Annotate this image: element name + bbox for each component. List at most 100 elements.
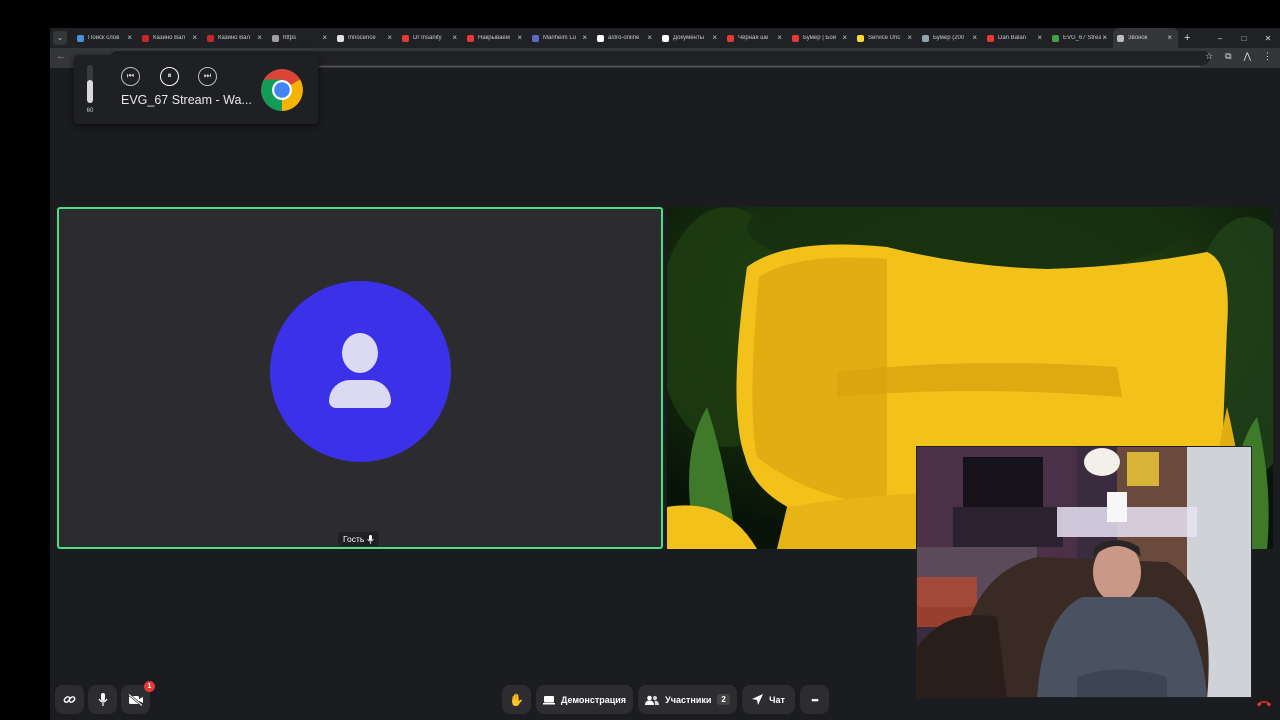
browser-tab[interactable]: Бумер | Бои × bbox=[788, 28, 853, 48]
tab-close-icon[interactable]: × bbox=[1102, 33, 1107, 42]
tab-favicon-icon bbox=[987, 34, 994, 42]
tab-title: Накрываем bbox=[478, 35, 510, 41]
tab-favicon-icon bbox=[467, 34, 474, 42]
menu-dots-icon[interactable]: ⋮ bbox=[1263, 51, 1272, 62]
tab-favicon-icon bbox=[662, 34, 669, 42]
user-icon-head bbox=[342, 333, 378, 373]
microphone-button[interactable] bbox=[88, 685, 117, 714]
tab-favicon-icon bbox=[1052, 34, 1059, 42]
browser-tab[interactable]: Документы × bbox=[658, 28, 723, 48]
copy-link-button[interactable] bbox=[55, 685, 84, 714]
tab-title: Казино Вал bbox=[218, 35, 251, 41]
previous-track-button[interactable]: ⏮ bbox=[121, 67, 140, 86]
tab-favicon-icon bbox=[272, 34, 279, 42]
browser-tab[interactable]: Dr Insanity × bbox=[398, 28, 463, 48]
camera-off-icon bbox=[127, 693, 143, 706]
screen-share-label: Демонстрация bbox=[560, 694, 627, 705]
browser-tab[interactable]: Dan Balan × bbox=[983, 28, 1048, 48]
tab-favicon-icon bbox=[792, 34, 799, 42]
tab-favicon-icon bbox=[922, 34, 929, 42]
tab-close-icon[interactable]: × bbox=[517, 33, 522, 42]
phone-hangup-icon bbox=[1257, 701, 1271, 707]
tab-close-icon[interactable]: × bbox=[777, 33, 782, 42]
bookmark-star-icon[interactable]: ☆ bbox=[1205, 51, 1213, 62]
tab-close-icon[interactable]: × bbox=[647, 33, 652, 42]
participants-button[interactable]: Участники 2 bbox=[638, 685, 737, 714]
back-arrow-icon[interactable]: ← bbox=[56, 51, 66, 62]
tab-title: Поиск слов bbox=[88, 35, 120, 41]
browser-tab[interactable]: EVG_67 Strea × bbox=[1048, 28, 1113, 48]
tab-close-icon[interactable]: × bbox=[322, 33, 327, 42]
tab-close-icon[interactable]: × bbox=[972, 33, 977, 42]
browser-tab[interactable]: Service Unc × bbox=[853, 28, 918, 48]
tab-close-icon[interactable]: × bbox=[192, 33, 197, 42]
chat-label: Чат bbox=[769, 694, 785, 705]
browser-tab[interactable]: Звонок × bbox=[1113, 28, 1178, 48]
raise-hand-button[interactable]: ✋ bbox=[502, 685, 531, 714]
more-options-button[interactable]: ••• bbox=[800, 685, 829, 714]
chat-button[interactable]: Чат bbox=[742, 685, 795, 714]
close-window-button[interactable]: ✕ bbox=[1256, 34, 1280, 43]
participants-icon bbox=[645, 695, 660, 705]
tab-close-icon[interactable]: × bbox=[257, 33, 262, 42]
extension-icon[interactable]: ⧉ bbox=[1225, 51, 1231, 62]
screen-share-button[interactable]: Демонстрация bbox=[536, 685, 633, 714]
volume-value: 60 bbox=[86, 108, 94, 114]
tab-title: Dan Balan bbox=[998, 35, 1027, 41]
tab-close-icon[interactable]: × bbox=[127, 33, 132, 42]
browser-tab[interactable]: Manheim Lu × bbox=[528, 28, 593, 48]
self-view-video[interactable] bbox=[916, 446, 1252, 698]
send-icon bbox=[752, 694, 764, 705]
microphone-icon bbox=[98, 692, 107, 706]
browser-tab[interactable]: astro-online × bbox=[593, 28, 658, 48]
tab-search-button[interactable]: ⌄ bbox=[53, 31, 67, 45]
browser-tab[interactable]: Накрываем × bbox=[463, 28, 528, 48]
self-camera-image bbox=[917, 447, 1251, 697]
hang-up-button[interactable] bbox=[1252, 690, 1276, 714]
chrome-logo-icon bbox=[261, 69, 303, 111]
tab-close-icon[interactable]: × bbox=[907, 33, 912, 42]
browser-tab[interactable]: Innocence × bbox=[333, 28, 398, 48]
link-icon bbox=[63, 696, 76, 703]
browser-tab[interactable]: Поиск слов × bbox=[73, 28, 138, 48]
tab-title: Звонок bbox=[1128, 35, 1148, 41]
browser-tab[interactable]: Казино Вал × bbox=[138, 28, 203, 48]
participants-label: Участники bbox=[665, 694, 712, 705]
tab-favicon-icon bbox=[1117, 34, 1124, 42]
window-controls: – □ ✕ bbox=[1208, 28, 1280, 48]
tab-favicon-icon bbox=[77, 34, 84, 42]
tab-title: Dr Insanity bbox=[413, 35, 442, 41]
browser-tab[interactable]: Бумер (200 × bbox=[918, 28, 983, 48]
minimize-button[interactable]: – bbox=[1208, 34, 1232, 43]
tab-close-icon[interactable]: × bbox=[452, 33, 457, 42]
toolbar-divider bbox=[320, 66, 1200, 67]
tab-close-icon[interactable]: × bbox=[387, 33, 392, 42]
tab-favicon-icon bbox=[402, 34, 409, 42]
tab-title: Чёрная ше bbox=[738, 35, 769, 41]
browser-tab[interactable]: Казино Вал × bbox=[203, 28, 268, 48]
tab-title: Innocence bbox=[348, 35, 376, 41]
tab-strip: ⌄ Поиск слов × Казино Вал × Казино Вал × https… bbox=[50, 28, 1280, 48]
tab-close-icon[interactable]: × bbox=[582, 33, 587, 42]
tab-title: Бумер (200 bbox=[933, 35, 965, 41]
new-tab-button[interactable]: + bbox=[1184, 32, 1190, 44]
camera-button[interactable]: 1 bbox=[121, 681, 155, 714]
browser-tab[interactable]: https × bbox=[268, 28, 333, 48]
tab-title: Service Unc bbox=[868, 35, 901, 41]
tab-close-icon[interactable]: × bbox=[1167, 33, 1172, 42]
volume-slider-fill bbox=[87, 80, 93, 103]
next-track-button[interactable]: ⏭ bbox=[198, 67, 217, 86]
tab-title: https bbox=[283, 35, 297, 41]
browser-tab[interactable]: Чёрная ше × bbox=[723, 28, 788, 48]
user-icon-body bbox=[329, 380, 391, 408]
pause-button[interactable]: ⏸ bbox=[160, 67, 179, 86]
tab-close-icon[interactable]: × bbox=[1037, 33, 1042, 42]
more-dots-icon: ••• bbox=[811, 694, 819, 705]
tab-title: Бумер | Бои bbox=[803, 35, 837, 41]
tab-close-icon[interactable]: × bbox=[712, 33, 717, 42]
guest-video-tile[interactable]: Гость bbox=[57, 207, 663, 549]
tab-favicon-icon bbox=[597, 34, 604, 42]
tab-close-icon[interactable]: × bbox=[842, 33, 847, 42]
extension-a-icon[interactable]: ⋀ bbox=[1244, 51, 1251, 62]
maximize-button[interactable]: □ bbox=[1232, 34, 1256, 43]
